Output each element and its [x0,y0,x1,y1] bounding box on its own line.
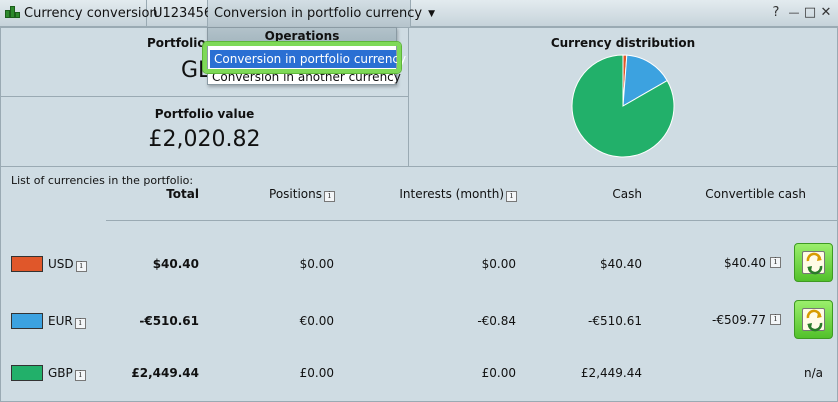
table-row: GBP i £2,449.44 £0.00 £0.00 £2,449.44 n/a [0,358,838,388]
info-icon[interactable]: i [324,191,335,202]
operation-dropdown[interactable]: Conversion in portfolio currency ▼ [208,0,435,27]
positions-cell: €0.00 [299,314,334,328]
info-icon[interactable]: i [74,370,86,381]
account-id: U123456 [147,0,212,27]
table-row: USD i $40.40 $0.00 $0.00 $40.40 $40.40 i [0,249,838,279]
info-icon[interactable]: i [75,261,87,272]
currency-code: EUR i [48,314,86,329]
currency-swatch [11,256,43,272]
maximize-icon[interactable]: □ [802,4,818,22]
currency-code-text: USD [48,257,74,271]
col-interests-label: Interests (month) [399,187,504,201]
info-icon[interactable]: i [770,314,781,325]
currency-code-text: GBP [48,366,73,380]
list-label: List of currencies in the portfolio: [11,174,194,187]
currency-code: GBP i [48,366,86,381]
portfolio-value: £2,020.82 [148,127,261,152]
cash-cell: $40.40 [600,257,642,271]
interests-cell: $0.00 [481,257,516,271]
title-bar: Currency conversion U123456 Conversion i… [0,0,838,27]
total-cell: $40.40 [152,257,199,271]
convertible-cell: -€509.77 [712,313,766,327]
app-title-text: Currency conversion [24,6,158,21]
interests-cell: -€0.84 [477,314,516,328]
info-icon[interactable]: i [74,318,86,329]
positions-cell: £0.00 [299,366,334,380]
app-title: Currency conversion [0,0,158,27]
currency-code: USD i [48,257,87,272]
help-icon[interactable]: ? [768,4,784,22]
col-cash: Cash [612,187,642,201]
cash-cell: -€510.61 [588,314,642,328]
minimize-icon[interactable]: — [786,4,802,22]
currency-pie-chart [570,53,676,159]
convert-usd-button[interactable] [794,243,833,282]
chevron-down-icon: ▼ [428,9,436,19]
currency-code-text: EUR [48,314,73,328]
portfolio-currency-label: Portfolio [147,36,206,50]
total-cell: £2,449.44 [131,366,199,380]
col-positions-label: Positions [269,187,322,201]
col-interests: Interests (month) i [390,187,517,202]
candlestick-icon [4,5,20,19]
convert-eur-button[interactable] [794,300,833,339]
exchange-icon [802,308,825,332]
table-row: EUR i -€510.61 €0.00 -€0.84 -€510.61 -€50… [0,306,838,336]
exchange-icon [802,251,825,275]
close-icon[interactable]: ✕ [818,4,834,22]
currency-swatch [11,365,43,381]
interests-cell: £0.00 [481,366,516,380]
header-divider [106,220,838,221]
convertible-cell: $40.40 [724,256,766,270]
col-convertible: Convertible cash [705,187,806,201]
info-icon[interactable]: i [770,257,781,268]
convertible-cell: n/a [803,366,823,380]
info-icon[interactable]: i [506,191,517,202]
distribution-title: Currency distribution [550,36,696,50]
portfolio-value-panel: Portfolio value £2,020.82 [0,96,409,167]
selection-highlight [203,42,401,73]
operation-dropdown-value: Conversion in portfolio currency [214,6,423,21]
currency-swatch [11,313,43,329]
col-positions: Positions i [240,187,335,202]
col-total: Total [166,187,199,201]
portfolio-value-label: Portfolio value [154,107,255,121]
total-cell: -€510.61 [139,314,199,328]
positions-cell: $0.00 [299,257,334,271]
cash-cell: £2,449.44 [580,366,642,380]
